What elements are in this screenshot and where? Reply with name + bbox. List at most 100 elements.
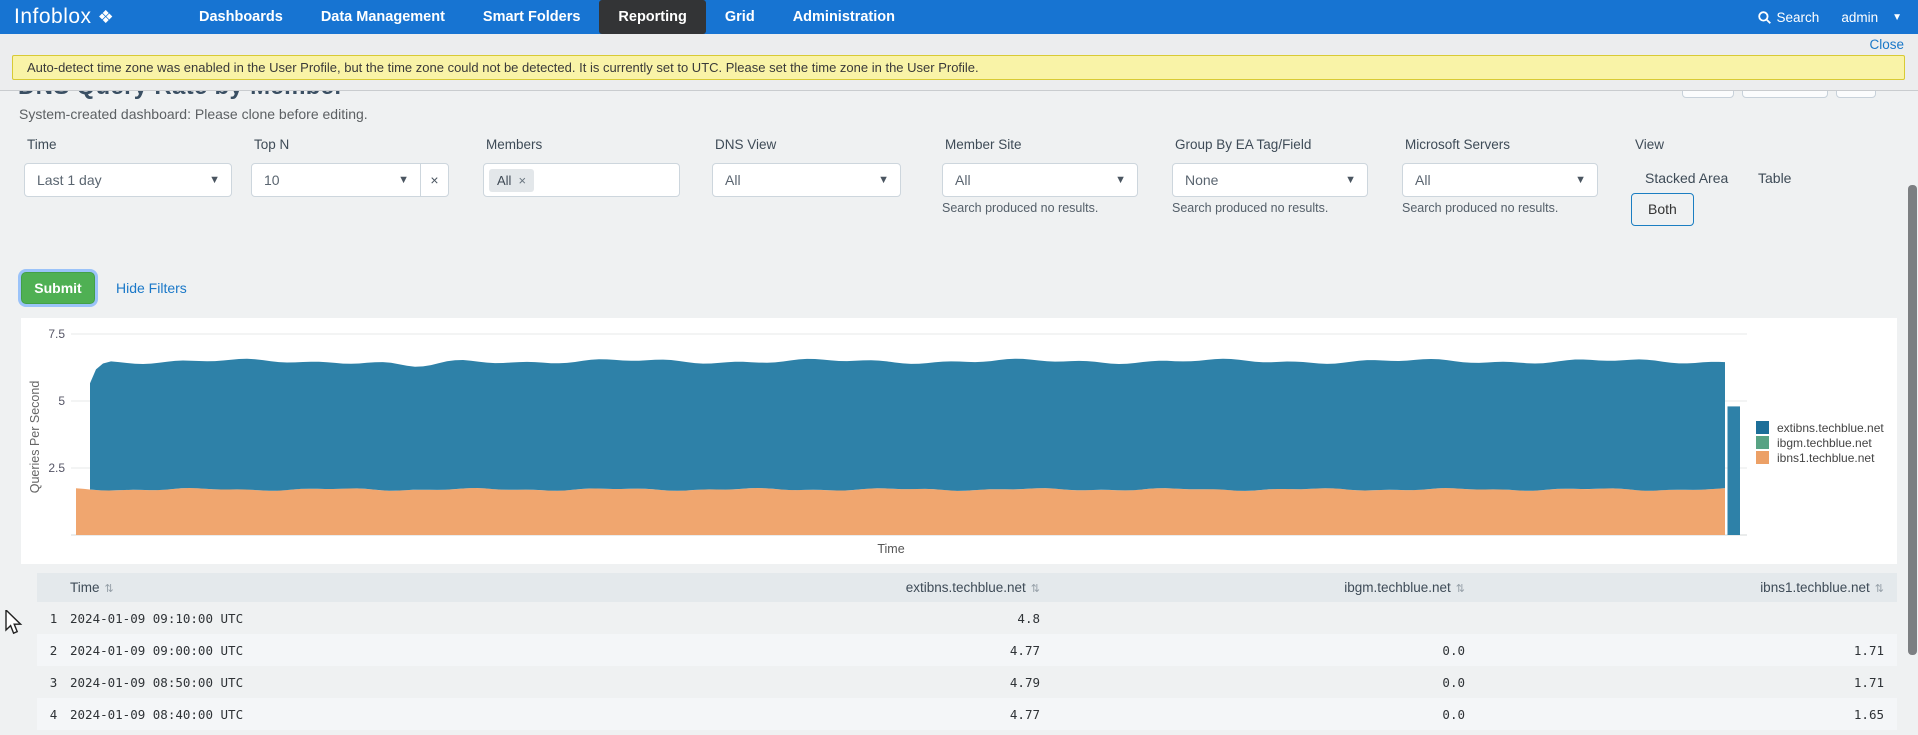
sort-icon[interactable]: ⇅ [105, 582, 114, 595]
main-content: DNS Query Rate by Member System-created … [0, 91, 1918, 735]
nav-item-grid[interactable]: Grid [706, 0, 774, 34]
toolbar-button-3[interactable] [1836, 91, 1876, 98]
view-option-table[interactable]: Table [1758, 170, 1791, 186]
y-tick-label: 2.5 [48, 461, 65, 475]
y-axis-label: Queries Per Second [28, 367, 42, 507]
column-header-time[interactable]: Time ⇅ [70, 580, 698, 595]
nav-item-data-management[interactable]: Data Management [302, 0, 464, 34]
view-option-stacked-area[interactable]: Stacked Area [1645, 170, 1728, 186]
chevron-down-icon: ▼ [1575, 174, 1597, 186]
msservers-filter-dropdown[interactable]: All ▼ [1402, 163, 1598, 197]
dnsview-filter-dropdown[interactable]: All ▼ [712, 163, 901, 197]
topn-filter-dropdown[interactable]: 10 ▼ × [251, 163, 449, 197]
cell-extibns: 4.77 [698, 643, 1040, 658]
row-number: 2 [37, 643, 70, 658]
y-tick-label: 7.5 [48, 327, 65, 341]
cell-time: 2024-01-09 08:40:00 UTC [70, 707, 698, 722]
cell-extibns: 4.77 [698, 707, 1040, 722]
chevron-down-icon: ▼ [878, 174, 900, 186]
groupby-filter-dropdown[interactable]: None ▼ [1172, 163, 1368, 197]
view-option-both-selected[interactable]: Both [1631, 193, 1694, 226]
area-extibns-last-bucket [1728, 406, 1741, 535]
column-header-label: ibns1.techblue.net [1760, 580, 1870, 595]
column-header-label: extibns.techblue.net [906, 580, 1026, 595]
table-row[interactable]: 12024-01-09 09:10:00 UTC4.8 [37, 602, 1897, 634]
stacked-area-chart[interactable]: 2.5 5 7.5 [21, 318, 1897, 571]
sort-icon[interactable]: ⇅ [1875, 582, 1884, 595]
hide-filters-link[interactable]: Hide Filters [116, 280, 187, 296]
cell-time: 2024-01-09 09:10:00 UTC [70, 611, 698, 626]
members-filter-input[interactable]: All × [483, 163, 680, 197]
nav-item-reporting[interactable]: Reporting [599, 0, 705, 34]
chart-canvas: 2.5 5 7.5 [21, 318, 1761, 566]
search-icon [1758, 11, 1771, 24]
toolbar-button-2[interactable] [1742, 91, 1828, 98]
legend-item: extibns.techblue.net [1756, 421, 1884, 434]
infoblox-logo[interactable]: Infoblox ❖ [0, 0, 180, 34]
x-axis-label: Time [21, 542, 1761, 556]
cell-ibns1: 1.65 [1465, 707, 1897, 722]
nav-item-dashboards[interactable]: Dashboards [180, 0, 302, 34]
members-tag-label: All [497, 173, 511, 188]
search-button[interactable]: Search [1758, 10, 1820, 25]
legend-swatch-icon [1756, 451, 1769, 464]
toolbar-button-1[interactable] [1682, 91, 1734, 98]
area-extibns [90, 359, 1725, 491]
members-tag-all: All × [489, 169, 534, 192]
msservers-filter-value: All [1403, 172, 1575, 188]
dnsview-filter-label: DNS View [715, 137, 776, 152]
sort-icon[interactable]: ⇅ [1031, 582, 1040, 595]
chevron-down-icon: ▼ [209, 174, 231, 186]
members-tag-remove-icon[interactable]: × [518, 173, 526, 188]
topn-clear-button[interactable]: × [421, 172, 448, 188]
submit-button[interactable]: Submit [21, 272, 95, 304]
top-navbar: Infoblox ❖ DashboardsData ManagementSmar… [0, 0, 1918, 34]
results-table: Time⇅extibns.techblue.net⇅ibgm.techblue.… [37, 573, 1897, 730]
membersite-no-results-note: Search produced no results. [942, 201, 1098, 215]
table-row[interactable]: 42024-01-09 08:40:00 UTC4.770.01.65 [37, 698, 1897, 730]
groupby-filter-value: None [1173, 172, 1345, 188]
page-subtitle: System-created dashboard: Please clone b… [19, 106, 368, 122]
cell-extibns: 4.8 [698, 611, 1040, 626]
nav-item-smart-folders[interactable]: Smart Folders [464, 0, 600, 34]
legend-item: ibgm.techblue.net [1756, 436, 1884, 449]
groupby-filter-label: Group By EA Tag/Field [1175, 137, 1311, 152]
cell-time: 2024-01-09 08:50:00 UTC [70, 675, 698, 690]
topn-filter-label: Top N [254, 137, 289, 152]
user-menu[interactable]: admin ▼ [1841, 10, 1902, 25]
time-filter-dropdown[interactable]: Last 1 day ▼ [24, 163, 232, 197]
dns-query-rate-chart: 2.5 5 7.5 Queries Per Second Time extibns.… [21, 318, 1897, 564]
column-header-ibns1[interactable]: ibns1.techblue.net ⇅ [1465, 580, 1897, 595]
nav-item-administration[interactable]: Administration [774, 0, 914, 34]
legend-label: ibgm.techblue.net [1777, 436, 1872, 450]
infoblox-diamond-icon: ❖ [98, 8, 114, 26]
nav-menu: DashboardsData ManagementSmart FoldersRe… [180, 0, 914, 34]
column-header-label: Time [70, 580, 100, 595]
chevron-down-icon: ▼ [398, 174, 420, 186]
chart-legend: extibns.techblue.netibgm.techblue.netibn… [1756, 421, 1884, 466]
chevron-down-icon: ▼ [1892, 12, 1902, 23]
close-banner-link[interactable]: Close [1869, 37, 1904, 52]
chevron-down-icon: ▼ [1345, 174, 1367, 186]
membersite-filter-dropdown[interactable]: All ▼ [942, 163, 1138, 197]
legend-label: ibns1.techblue.net [1777, 451, 1874, 465]
sort-icon[interactable]: ⇅ [1456, 582, 1465, 595]
vertical-scrollbar[interactable] [1908, 185, 1917, 655]
legend-label: extibns.techblue.net [1777, 421, 1884, 435]
column-header-extibns[interactable]: extibns.techblue.net ⇅ [698, 580, 1040, 595]
msservers-filter-label: Microsoft Servers [1405, 137, 1510, 152]
topn-filter-value: 10 [252, 172, 398, 188]
row-number: 3 [37, 675, 70, 690]
msservers-no-results-note: Search produced no results. [1402, 201, 1558, 215]
y-tick-label: 5 [58, 394, 65, 408]
membersite-filter-value: All [943, 172, 1115, 188]
membersite-filter-label: Member Site [945, 137, 1022, 152]
time-filter-value: Last 1 day [25, 172, 209, 188]
table-row[interactable]: 22024-01-09 09:00:00 UTC4.770.01.71 [37, 634, 1897, 666]
table-row[interactable]: 32024-01-09 08:50:00 UTC4.790.01.71 [37, 666, 1897, 698]
timezone-warning-banner: Auto-detect time zone was enabled in the… [12, 55, 1905, 80]
row-number: 1 [37, 611, 70, 626]
column-header-ibgm[interactable]: ibgm.techblue.net⇅ [1040, 580, 1465, 595]
chevron-down-icon: ▼ [1115, 174, 1137, 186]
members-filter-label: Members [486, 137, 542, 152]
